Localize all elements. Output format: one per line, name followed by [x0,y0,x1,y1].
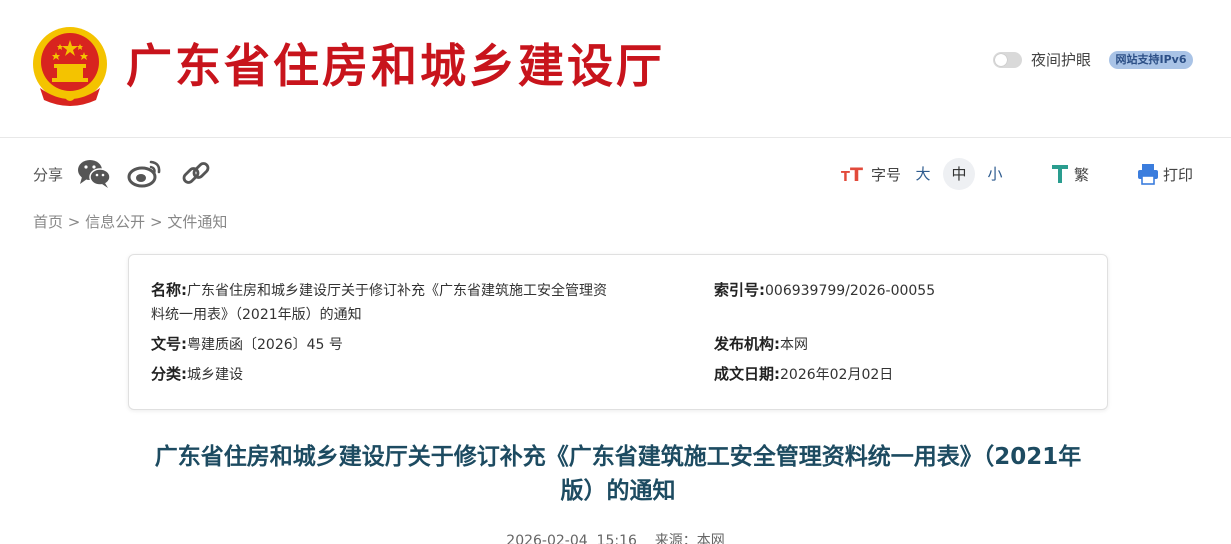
breadcrumb-home[interactable]: 首页 [33,213,63,231]
info-name-value-line1: 广东省住房和城乡建设厅关于修订补充《广东省建筑施工安全管理资 [187,283,607,299]
weibo-icon[interactable] [127,157,163,189]
article-title-line2: 版）的通知 [560,478,676,504]
font-size-icon: T T [841,164,863,184]
svg-text:T: T [841,170,850,184]
info-name-value-line2: 料统一用表》（2021年版）的通知 [151,307,362,323]
article-title: 广东省住房和城乡建设厅关于修订补充《广东省建筑施工安全管理资料统一用表》（202… [128,440,1108,508]
info-name: 名称:广东省住房和城乡建设厅关于修订补充《广东省建筑施工安全管理资 料统一用表》… [151,278,691,327]
info-index-label: 索引号: [714,281,765,299]
breadcrumb-separator: > [67,213,81,231]
printer-icon [1138,164,1158,185]
info-name-label: 名称: [151,281,187,299]
font-size-tools: T T 字号 大 中 小 [841,157,1011,191]
info-index-value: 006939799/2026-00055 [765,283,936,299]
info-date: 成文日期:2026年02月02日 [714,362,893,387]
breadcrumb: 首页 > 信息公开 > 文件通知 [33,211,227,232]
night-mode-label: 夜间护眼 [1031,51,1092,69]
site-header: 广东省住房和城乡建设厅 夜间护眼 网站支持IPv6 [0,0,1231,138]
info-publisher: 发布机构:本网 [714,332,808,357]
night-mode-toggle[interactable]: 夜间护眼 [993,49,1091,70]
breadcrumb-info-disclosure[interactable]: 信息公开 [85,213,145,231]
font-size-large-button[interactable]: 大 [907,158,939,190]
info-publisher-value: 本网 [780,337,808,353]
article-title-line1: 广东省住房和城乡建设厅关于修订补充《广东省建筑施工安全管理资料统一用表》（202… [154,444,1082,470]
font-size-small-button[interactable]: 小 [979,158,1011,190]
info-category: 分类:城乡建设 [151,362,243,387]
info-doc-number: 文号:粤建质函〔2026〕45 号 [151,332,343,357]
info-doc-number-label: 文号: [151,335,187,353]
info-publisher-label: 发布机构: [714,335,780,353]
article-meta: 2026-02-04 15:16 来源：本网 [506,533,725,544]
info-date-value: 2026年02月02日 [780,367,894,383]
toggle-switch[interactable] [993,51,1022,68]
ipv6-badge: 网站支持IPv6 [1109,51,1193,69]
info-date-label: 成文日期: [714,365,780,383]
info-category-value: 城乡建设 [187,367,243,383]
site-title: 广东省住房和城乡建设厅 [126,39,665,93]
share-label: 分享 [33,166,64,184]
link-icon[interactable] [178,157,214,189]
print-button[interactable]: 打印 [1137,157,1193,191]
traditional-chinese-icon [1052,165,1068,183]
national-emblem-icon [33,27,107,106]
font-size-label: 字号 [871,165,902,184]
svg-text:T: T [850,164,863,184]
info-category-label: 分类: [151,365,187,383]
wechat-icon[interactable] [76,157,112,189]
traditional-chinese-button[interactable]: 繁 [1051,157,1089,191]
document-info-panel: 名称:广东省住房和城乡建设厅关于修订补充《广东省建筑施工安全管理资 料统一用表》… [128,254,1108,410]
info-index: 索引号:006939799/2026-00055 [714,278,935,303]
print-label: 打印 [1163,165,1194,184]
breadcrumb-separator: > [149,213,163,231]
traditional-chinese-label: 繁 [1074,165,1090,184]
info-doc-number-value: 粤建质函〔2026〕45 号 [187,337,343,353]
breadcrumb-current[interactable]: 文件通知 [167,213,227,231]
font-size-medium-button[interactable]: 中 [943,158,976,190]
